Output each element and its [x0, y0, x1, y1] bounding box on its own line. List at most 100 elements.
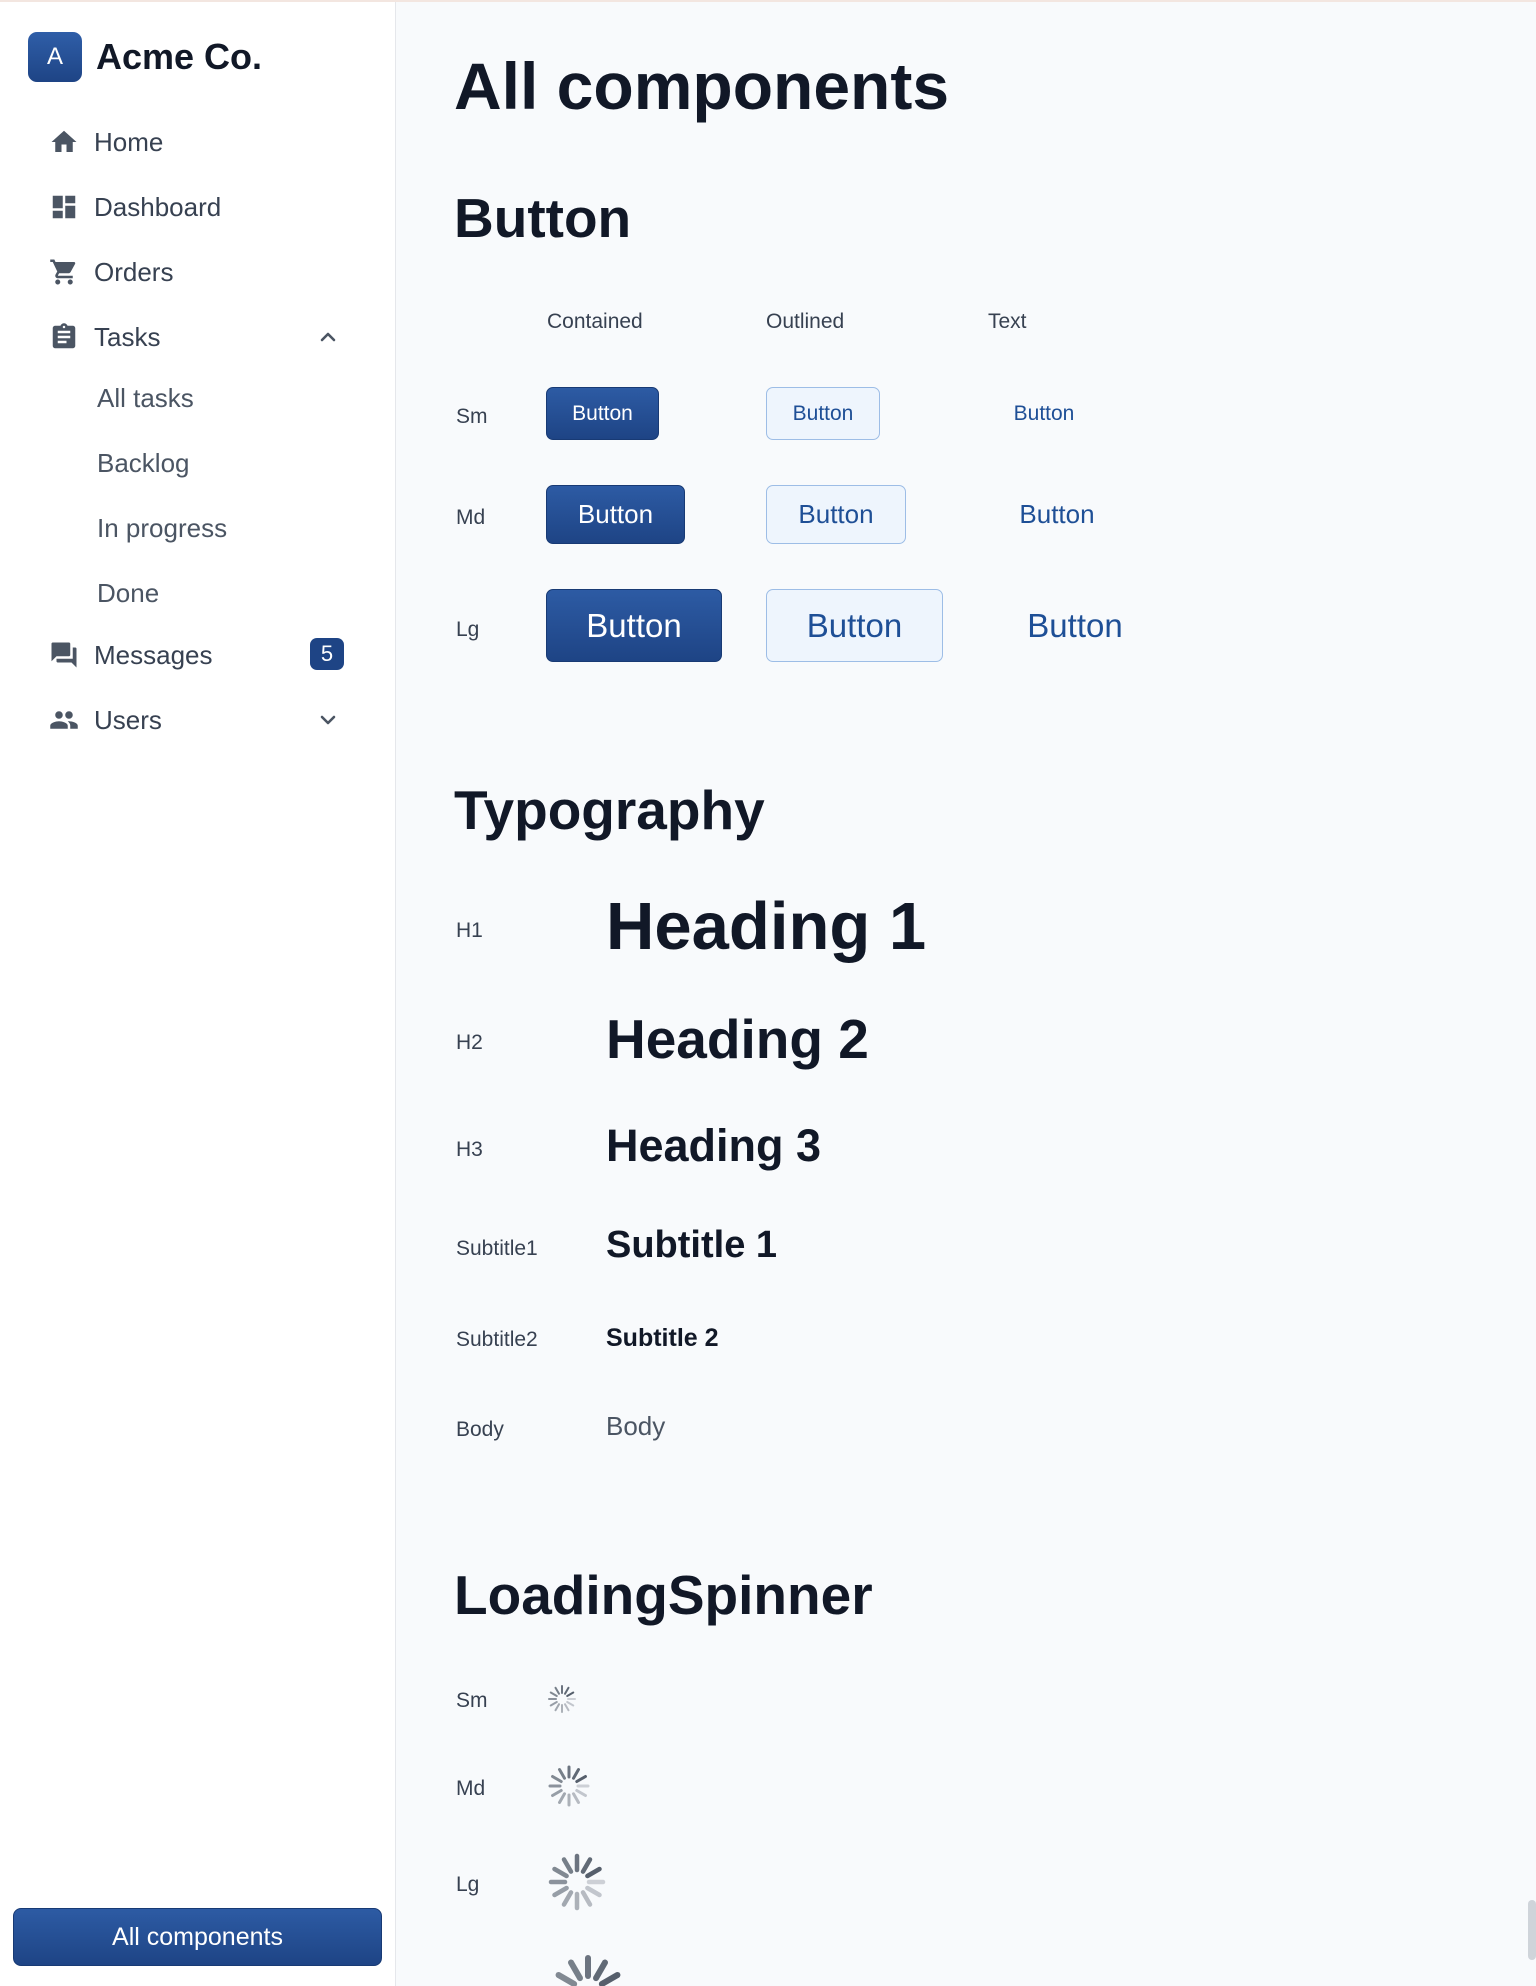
sidebar-subitem-done[interactable]: Done [97, 571, 159, 615]
section-title-button: Button [454, 187, 632, 249]
chevron-up-icon[interactable] [316, 325, 340, 349]
row-label-lg: Lg [456, 618, 480, 641]
spinner-spoke [558, 1768, 566, 1780]
chevron-down-icon[interactable] [316, 708, 340, 732]
sidebar-item-label: Orders [94, 256, 174, 287]
spinner-spoke [566, 1701, 575, 1707]
spinner-spoke [568, 1959, 583, 1982]
brand-name: Acme Co. [96, 36, 263, 77]
clipboard-icon [44, 317, 84, 357]
spinner-label-md: Md [456, 1777, 486, 1800]
scrollbar-thumb[interactable] [1528, 1900, 1536, 1960]
loading-spinner-md [547, 1764, 591, 1808]
spinner-spoke [593, 1959, 608, 1982]
sidebar-item-messages[interactable]: Messages 5 [44, 630, 354, 680]
row-label-md: Md [456, 506, 486, 529]
column-header-text: Text [988, 310, 1027, 333]
spinner-spoke [555, 1972, 578, 1986]
sidebar-item-tasks[interactable]: Tasks [44, 312, 354, 362]
typo-sample-h1: Heading 1 [606, 889, 927, 964]
spinner-spoke [564, 1686, 570, 1695]
spinner-spoke [549, 1701, 558, 1707]
button-text-md[interactable]: Button [990, 485, 1124, 544]
button-outlined-sm[interactable]: Button [766, 387, 880, 440]
spinner-spoke [572, 1768, 580, 1780]
button-contained-md[interactable]: Button [546, 485, 685, 544]
sidebar-item-users[interactable]: Users [44, 695, 354, 745]
sidebar-item-home[interactable]: Home [44, 117, 354, 167]
button-contained-sm[interactable]: Button [546, 387, 659, 440]
spinner-spoke [561, 1890, 574, 1907]
spinner-spoke [551, 1789, 563, 1797]
spinner-label-sm: Sm [456, 1689, 488, 1712]
chat-icon [44, 635, 84, 675]
spinner-spoke [580, 1857, 593, 1874]
typo-sample-h3: Heading 3 [606, 1120, 822, 1171]
button-contained-lg[interactable]: Button [546, 589, 722, 662]
typo-label-subtitle1: Subtitle1 [456, 1237, 538, 1260]
column-header-outlined: Outlined [766, 310, 845, 333]
brand-logo: A [28, 32, 82, 82]
row-label-sm: Sm [456, 405, 488, 428]
typo-label-body: Body [456, 1418, 504, 1441]
spinner-spoke [558, 1792, 566, 1804]
users-icon [44, 700, 84, 740]
spinner-spoke [566, 1691, 575, 1697]
spinner-spoke [554, 1703, 560, 1712]
spinner-spoke [552, 1885, 569, 1898]
spinner-spoke [551, 1775, 563, 1783]
section-title-loading-spinner: LoadingSpinner [454, 1564, 873, 1626]
spinner-spoke [554, 1686, 560, 1695]
sidebar-item-label: Tasks [94, 321, 161, 352]
spinner-spoke [585, 1885, 602, 1898]
sidebar-item-dashboard[interactable]: Dashboard [44, 182, 354, 232]
spinner-icon [548, 1765, 590, 1807]
unread-count-badge: 5 [310, 638, 344, 670]
button-text-lg[interactable]: Button [990, 589, 1160, 662]
spinner-spoke [561, 1857, 574, 1874]
spinner-icon [548, 1853, 606, 1911]
cart-icon [44, 252, 84, 292]
section-title-typography: Typography [454, 779, 765, 841]
typo-label-h1: H1 [456, 919, 483, 942]
spinner-spoke [564, 1703, 570, 1712]
spinner-spoke [598, 1972, 621, 1986]
spinner-spoke [549, 1691, 558, 1697]
button-outlined-md[interactable]: Button [766, 485, 906, 544]
spinner-spoke [580, 1890, 593, 1907]
sidebar-item-orders[interactable]: Orders [44, 247, 354, 297]
sidebar-subitem-in-progress[interactable]: In progress [97, 506, 227, 550]
typo-label-h2: H2 [456, 1031, 483, 1054]
sidebar-item-label: Messages [94, 639, 213, 670]
typo-label-h3: H3 [456, 1138, 483, 1161]
loading-spinner-xl [548, 1952, 628, 1986]
spinner-label-lg: Lg [456, 1873, 480, 1896]
brand[interactable]: A Acme Co. [28, 32, 262, 82]
typo-label-subtitle2: Subtitle2 [456, 1328, 538, 1351]
spinner-spoke [575, 1789, 587, 1797]
loading-spinner-lg [547, 1852, 607, 1912]
sidebar-item-label: Dashboard [94, 191, 222, 222]
spinner-icon [548, 1685, 576, 1713]
all-components-button[interactable]: All components [13, 1908, 382, 1966]
column-header-contained: Contained [547, 310, 643, 333]
dashboard-icon [44, 187, 84, 227]
home-icon [44, 122, 84, 162]
typo-sample-subtitle1: Subtitle 1 [606, 1224, 778, 1266]
spinner-spoke [575, 1775, 587, 1783]
sidebar: A Acme Co. Home Dashboard Orders Tasks A… [0, 2, 396, 1986]
spinner-spoke [572, 1792, 580, 1804]
sidebar-subitem-backlog[interactable]: Backlog [97, 441, 190, 485]
typo-sample-subtitle2: Subtitle 2 [606, 1324, 719, 1352]
button-outlined-lg[interactable]: Button [766, 589, 943, 662]
typo-sample-body: Body [606, 1411, 666, 1441]
button-text-sm[interactable]: Button [990, 387, 1098, 440]
spinner-icon [555, 1955, 621, 1986]
loading-spinner-sm [546, 1683, 578, 1715]
page-title: All components [454, 49, 950, 123]
sidebar-subitem-all-tasks[interactable]: All tasks [97, 376, 194, 420]
typo-sample-h2: Heading 2 [606, 1008, 869, 1070]
spinner-spoke [552, 1866, 569, 1879]
spinner-spoke [585, 1866, 602, 1879]
sidebar-item-label: Home [94, 126, 164, 157]
